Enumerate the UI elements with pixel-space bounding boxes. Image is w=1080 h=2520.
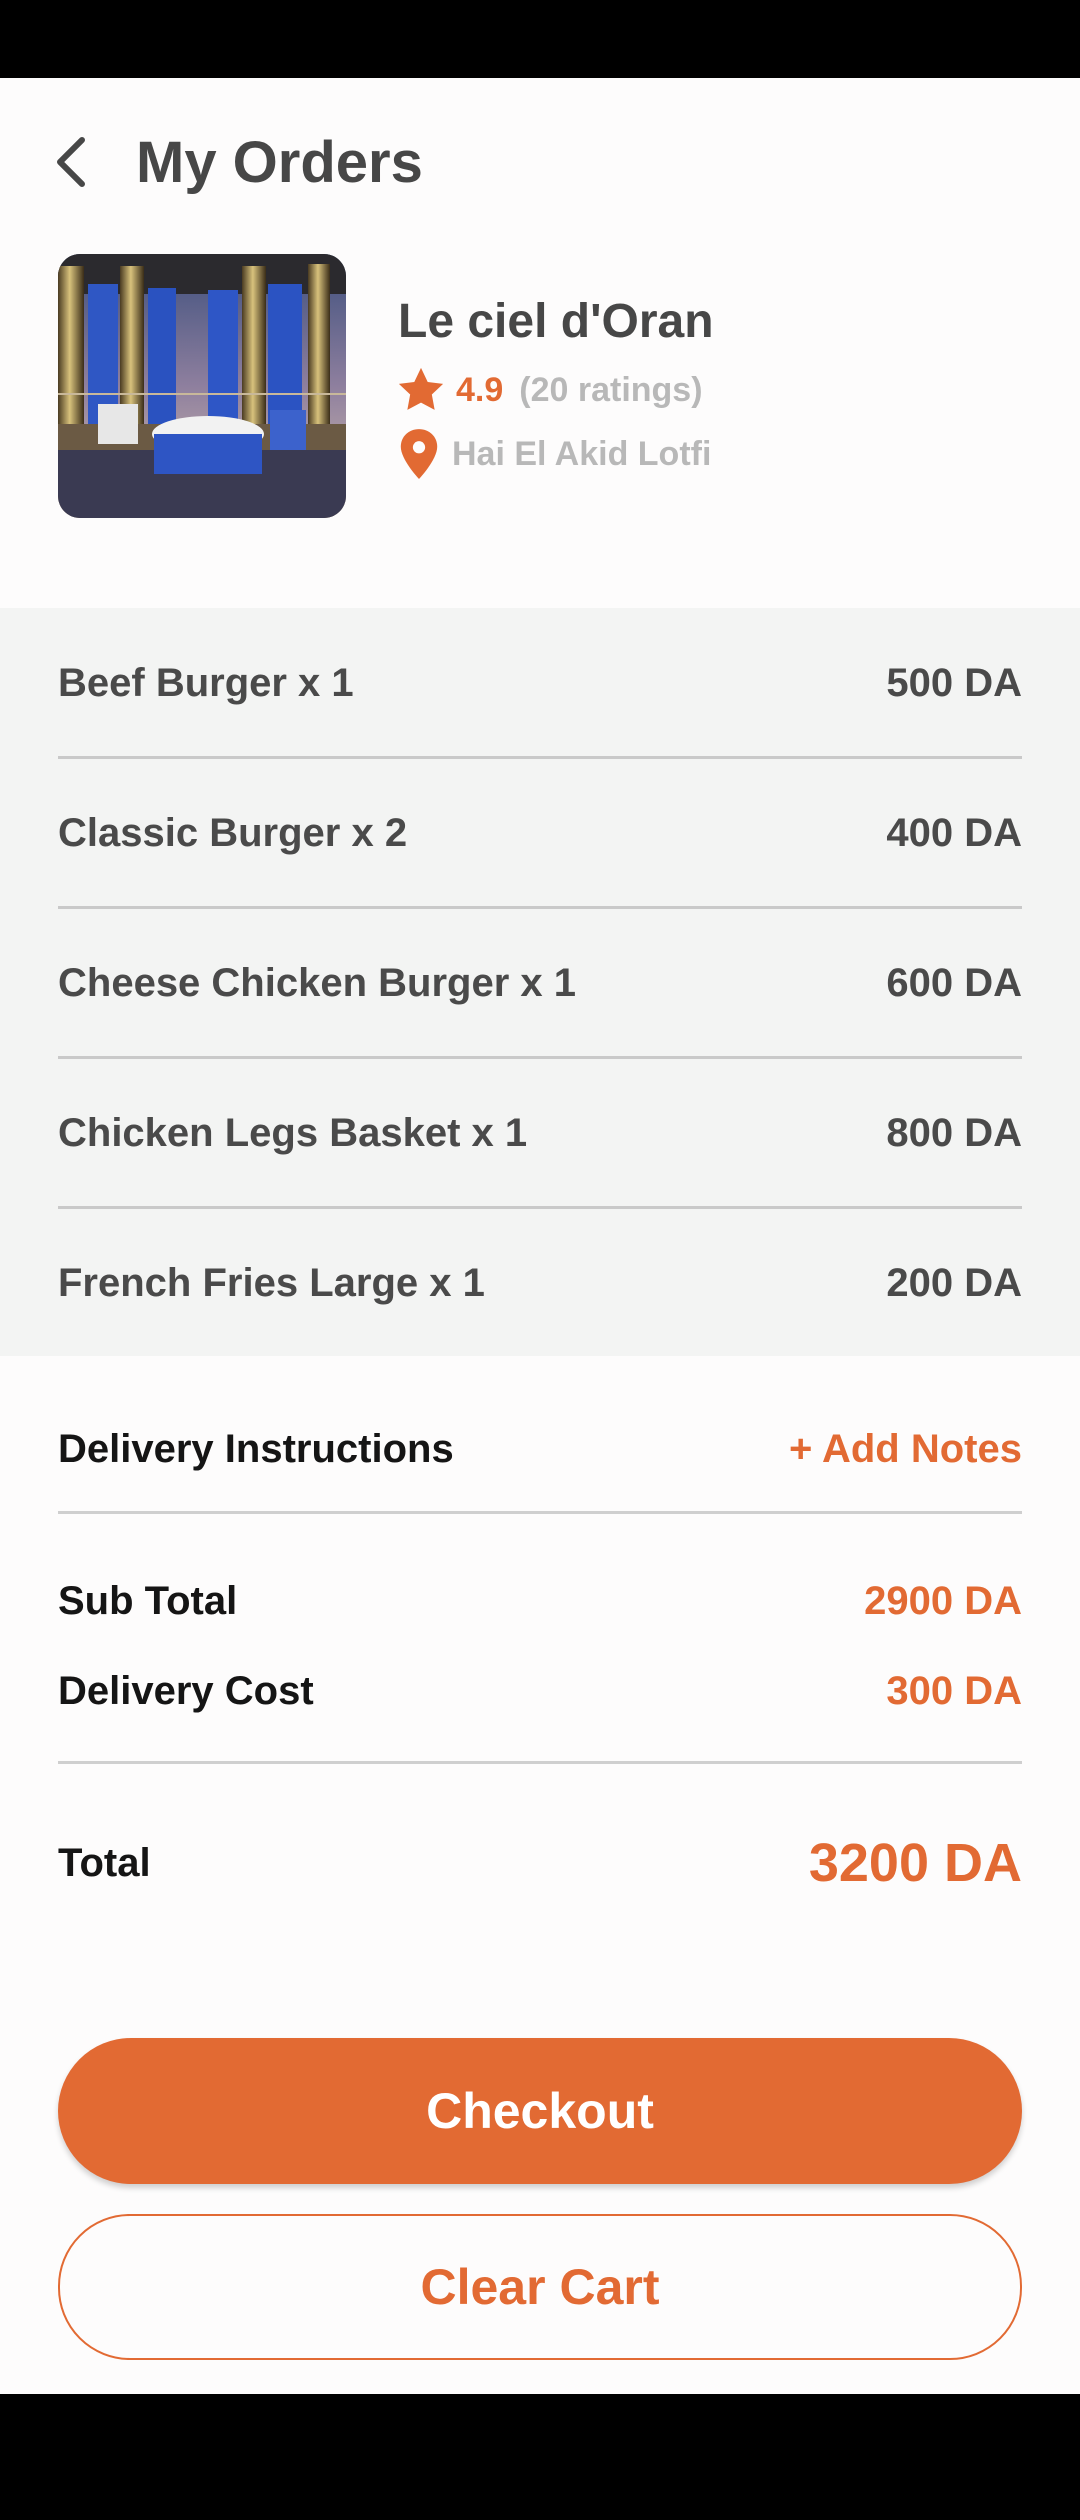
page-title: My Orders <box>136 130 423 195</box>
item-label: Cheese Chicken Burger x 1 <box>58 960 576 1005</box>
item-price: 800 DA <box>886 1110 1022 1155</box>
delivery-cost-label: Delivery Cost <box>58 1668 314 1713</box>
order-screen: My Orders Le ciel d'Oran 4.9 (20 ratings… <box>0 78 1080 2394</box>
item-price: 600 DA <box>886 960 1022 1005</box>
item-label: Classic Burger x 2 <box>58 810 408 855</box>
list-item[interactable]: Beef Burger x 1 500 DA <box>58 608 1022 758</box>
list-item[interactable]: Cheese Chicken Burger x 1 600 DA <box>58 908 1022 1058</box>
list-item[interactable]: Classic Burger x 2 400 DA <box>58 758 1022 908</box>
checkout-button[interactable]: Checkout <box>58 2038 1022 2184</box>
subtotal-label: Sub Total <box>58 1578 238 1623</box>
item-price: 200 DA <box>886 1260 1022 1305</box>
divider <box>58 1761 1022 1764</box>
list-item[interactable]: Chicken Legs Basket x 1 800 DA <box>58 1058 1022 1208</box>
delivery-instructions-label: Delivery Instructions <box>58 1426 454 1471</box>
header: My Orders <box>0 78 1080 250</box>
item-label: Beef Burger x 1 <box>58 660 354 705</box>
item-label: French Fries Large x 1 <box>58 1260 485 1305</box>
restaurant-card[interactable]: Le ciel d'Oran 4.9 (20 ratings) Hai El A… <box>0 250 1080 608</box>
rating-row: 4.9 (20 ratings) <box>394 362 703 418</box>
total-row: Total 3200 DA <box>58 1818 1022 1908</box>
item-label: Chicken Legs Basket x 1 <box>58 1110 528 1155</box>
ratings-count: (20 ratings) <box>519 370 703 409</box>
delivery-cost-row: Delivery Cost 300 DA <box>58 1656 1022 1726</box>
location-row: Hai El Akid Lotfi <box>396 426 711 482</box>
divider <box>58 1511 1022 1514</box>
delivery-instructions-row: Delivery Instructions + Add Notes <box>58 1404 1022 1494</box>
add-notes-button[interactable]: + Add Notes <box>789 1427 1022 1472</box>
map-pin-icon <box>400 429 438 479</box>
item-price: 400 DA <box>886 810 1022 855</box>
rating-value: 4.9 <box>456 370 504 409</box>
delivery-cost-value: 300 DA <box>886 1668 1022 1713</box>
item-price: 500 DA <box>886 660 1022 705</box>
chevron-left-icon <box>57 137 85 187</box>
restaurant-name: Le ciel d'Oran <box>398 295 714 348</box>
total-value: 3200 DA <box>808 1833 1022 1893</box>
total-label: Total <box>58 1840 151 1885</box>
order-items-list: Beef Burger x 1 500 DA Classic Burger x … <box>0 608 1080 1356</box>
restaurant-photo <box>58 254 346 518</box>
back-button[interactable] <box>48 130 104 194</box>
navigation-bar <box>0 2394 1080 2520</box>
subtotal-value: 2900 DA <box>864 1578 1022 1623</box>
list-item[interactable]: French Fries Large x 1 200 DA <box>58 1208 1022 1358</box>
restaurant-location: Hai El Akid Lotfi <box>452 434 712 473</box>
subtotal-row: Sub Total 2900 DA <box>58 1566 1022 1636</box>
clear-cart-button[interactable]: Clear Cart <box>58 2214 1022 2360</box>
status-bar <box>0 0 1080 78</box>
star-icon <box>398 367 444 410</box>
